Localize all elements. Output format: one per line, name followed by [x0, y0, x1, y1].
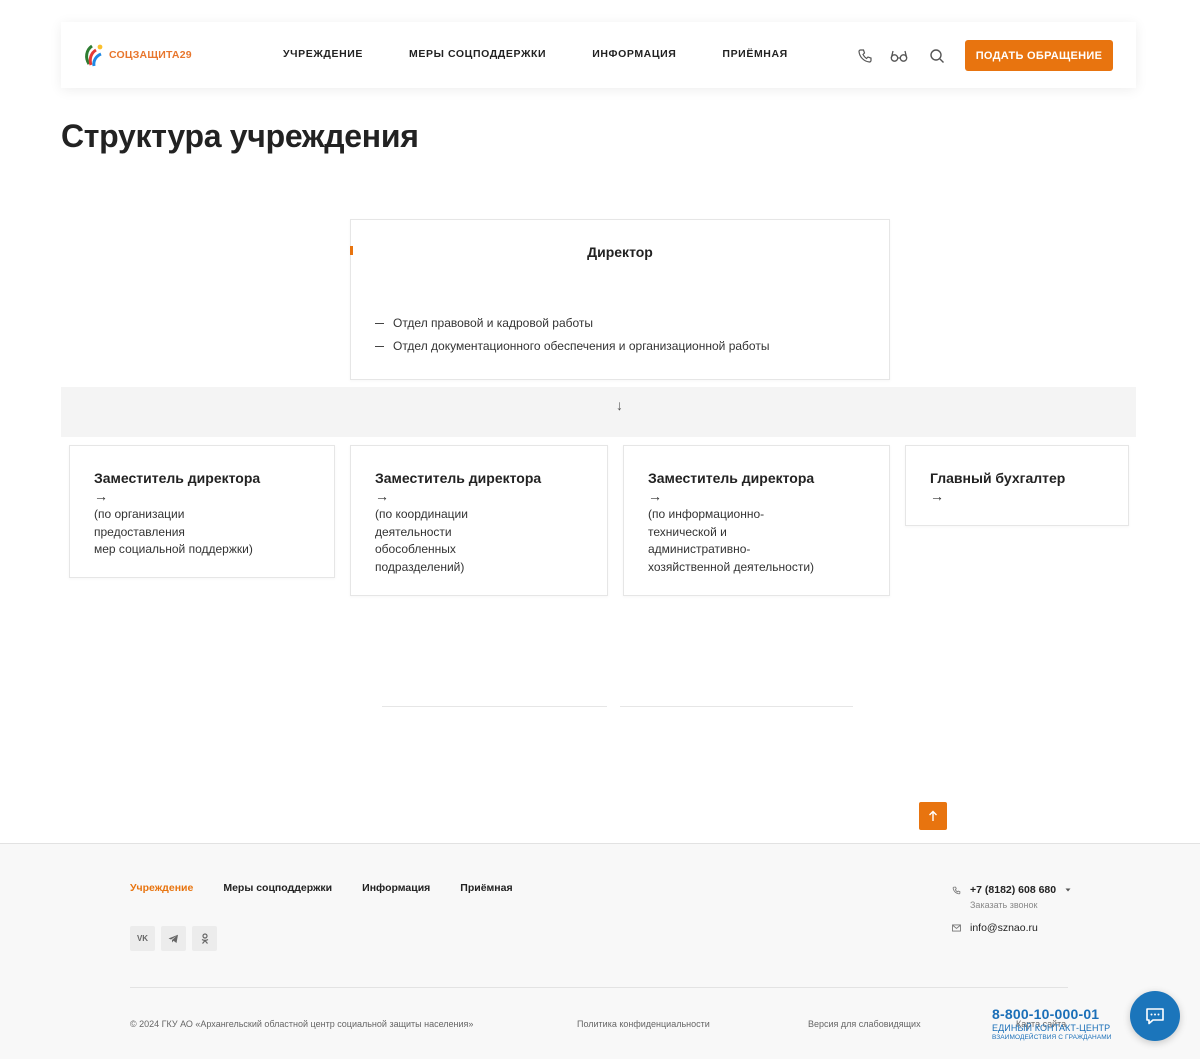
- hotline-contact-center[interactable]: 8-800-10-000-01 ЕДИНЫЙ КОНТАКТ-ЦЕНТР ВЗА…: [992, 1006, 1112, 1041]
- page-title: Структура учреждения: [61, 118, 419, 154]
- logo-text: СОЦЗАЩИТА29: [109, 49, 192, 61]
- right-arrow-icon: →: [94, 488, 108, 504]
- deputy-description: (по организации предоставления мер социа…: [94, 507, 253, 556]
- arrow-up-icon: [929, 810, 937, 821]
- right-arrow-icon: →: [930, 488, 944, 504]
- telegram-icon[interactable]: [161, 926, 186, 951]
- low-vision-glasses-icon[interactable]: [890, 48, 908, 64]
- low-vision-version-link[interactable]: Версия для слабовидящих: [808, 1019, 921, 1029]
- director-card: Директор Отдел правовой и кадровой работ…: [350, 219, 890, 380]
- chat-widget-button[interactable]: [1130, 991, 1180, 1041]
- footer-nav: Учреждение Меры соцподдержки Информация …: [130, 882, 513, 894]
- card-edge: [382, 706, 607, 707]
- deputy-title: Заместитель директора: [648, 470, 815, 486]
- mail-icon: [952, 924, 961, 932]
- nav-item-reception[interactable]: ПРИЁМНАЯ: [722, 48, 787, 60]
- social-links: VK: [130, 926, 217, 951]
- hotline-label: ЕДИНЫЙ КОНТАКТ-ЦЕНТР: [992, 1023, 1111, 1033]
- submit-appeal-button[interactable]: ПОДАТЬ ОБРАЩЕНИЕ: [965, 40, 1113, 71]
- card-edge: [620, 706, 853, 707]
- right-arrow-icon: →: [375, 488, 389, 504]
- deputy-description: (по координации деятельности обособленны…: [375, 507, 468, 574]
- deputy-description: (по информационно- технической и админис…: [648, 507, 815, 574]
- chief-accountant-title: Главный бухгалтер: [930, 470, 1066, 486]
- deputy-card-it-admin[interactable]: Заместитель директора → (по информационн…: [623, 445, 890, 596]
- footer-nav-information[interactable]: Информация: [362, 882, 430, 894]
- phone-icon[interactable]: [857, 48, 873, 64]
- footer-nav-support-measures[interactable]: Меры соцподдержки: [223, 882, 332, 894]
- logo-emblem-icon: [85, 44, 103, 67]
- site-header: СОЦЗАЩИТА29 УЧРЕЖДЕНИЕ МЕРЫ СОЦПОДДЕРЖКИ…: [61, 22, 1136, 88]
- down-arrow-icon: ↓: [616, 397, 623, 413]
- footer-phone[interactable]: +7 (8182) 608 680: [952, 884, 1071, 896]
- nav-item-information[interactable]: ИНФОРМАЦИЯ: [592, 48, 676, 60]
- hotline-sublabel: ВЗАИМОДЕЙСТВИЯ С ГРАЖДАНАМИ: [992, 1034, 1112, 1041]
- chief-accountant-card[interactable]: Главный бухгалтер →: [905, 445, 1129, 526]
- deputy-title: Заместитель директора: [94, 470, 261, 486]
- hierarchy-connector: ↓: [61, 387, 1136, 437]
- site-logo[interactable]: СОЦЗАЩИТА29: [83, 42, 192, 68]
- dash-icon: [375, 323, 384, 324]
- deputy-title: Заместитель директора: [375, 470, 542, 486]
- department-label: Отдел правовой и кадровой работы: [393, 316, 594, 330]
- vk-icon[interactable]: VK: [130, 926, 155, 951]
- deputy-card-social-support[interactable]: Заместитель директора → (по организации …: [69, 445, 335, 578]
- right-arrow-icon: →: [648, 488, 662, 504]
- footer-divider: [130, 987, 1068, 988]
- department-label: Отдел документационного обеспечения и ор…: [393, 339, 770, 353]
- footer-email[interactable]: info@sznao.ru: [952, 922, 1038, 934]
- odnoklassniki-icon[interactable]: [192, 926, 217, 951]
- scroll-to-top-button[interactable]: [919, 802, 947, 830]
- footer-nav-institution[interactable]: Учреждение: [130, 882, 193, 894]
- director-departments-list: Отдел правовой и кадровой работы Отдел д…: [375, 312, 769, 358]
- chevron-down-icon: [1065, 888, 1071, 892]
- department-link-documentation[interactable]: Отдел документационного обеспечения и ор…: [375, 335, 769, 358]
- phone-number: +7 (8182) 608 680: [970, 884, 1057, 896]
- site-footer: Учреждение Меры соцподдержки Информация …: [0, 843, 1200, 1059]
- director-title: Директор: [587, 244, 653, 260]
- hotline-number: 8-800-10-000-01: [992, 1006, 1100, 1022]
- nav-item-institution[interactable]: УЧРЕЖДЕНИЕ: [283, 48, 363, 60]
- privacy-policy-link[interactable]: Политика конфиденциальности: [577, 1019, 710, 1029]
- email-address: info@sznao.ru: [970, 922, 1038, 934]
- footer-nav-reception[interactable]: Приёмная: [460, 882, 512, 894]
- phone-small-icon: [952, 886, 961, 894]
- chat-icon: [1146, 1008, 1164, 1025]
- main-nav: УЧРЕЖДЕНИЕ МЕРЫ СОЦПОДДЕРЖКИ ИНФОРМАЦИЯ …: [283, 48, 788, 60]
- dash-icon: [375, 346, 384, 347]
- copyright-text: © 2024 ГКУ АО «Архангельский областной ц…: [130, 1019, 474, 1029]
- search-icon[interactable]: [929, 48, 945, 64]
- department-link-legal-hr[interactable]: Отдел правовой и кадровой работы: [375, 312, 769, 335]
- nav-item-support-measures[interactable]: МЕРЫ СОЦПОДДЕРЖКИ: [409, 48, 546, 60]
- order-callback-link[interactable]: Заказать звонок: [970, 900, 1037, 910]
- deputy-card-branches[interactable]: Заместитель директора → (по координации …: [350, 445, 608, 596]
